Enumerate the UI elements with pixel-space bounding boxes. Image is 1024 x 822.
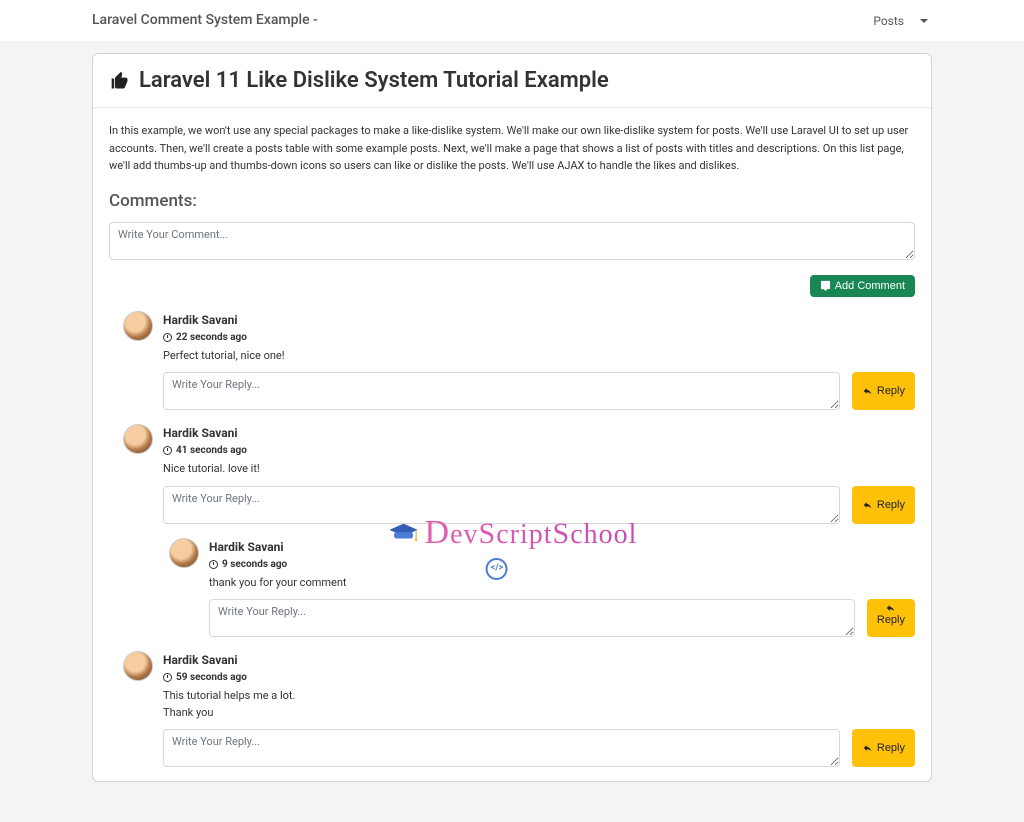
- avatar: [123, 651, 153, 681]
- comment-item: Hardik Savani 41 seconds ago Nice tutori…: [109, 424, 915, 524]
- post-card: Laravel 11 Like Dislike System Tutorial …: [92, 53, 932, 782]
- comment-author: Hardik Savani: [163, 311, 915, 329]
- comment-input[interactable]: [109, 222, 915, 260]
- comment-body: Nice tutorial. love it!: [163, 461, 915, 478]
- comment-body: Perfect tutorial, nice one!: [163, 348, 915, 365]
- comment-item: Hardik Savani 22 seconds ago Perfect tut…: [109, 311, 915, 411]
- nav-user-menu[interactable]: Posts: [873, 12, 932, 30]
- nav-brand[interactable]: Laravel Comment System Example -: [92, 10, 318, 31]
- reply-input[interactable]: [209, 599, 855, 637]
- comments-heading: Comments:: [109, 189, 915, 215]
- thumbs-up-icon: [109, 71, 131, 91]
- card-header: Laravel 11 Like Dislike System Tutorial …: [93, 54, 931, 108]
- comment-time: 59 seconds ago: [163, 670, 915, 685]
- comment-item: Hardik Savani 59 seconds ago This tutori…: [109, 651, 915, 767]
- reply-button[interactable]: Reply: [852, 486, 915, 524]
- reply-icon: [862, 500, 873, 510]
- chat-icon: [820, 280, 831, 291]
- avatar: [169, 538, 199, 568]
- reply-input[interactable]: [163, 486, 840, 524]
- clock-icon: [209, 560, 218, 569]
- avatar: [123, 311, 153, 341]
- chevron-down-icon: [920, 19, 928, 23]
- comment-body: This tutorial helps me a lot. Thank you: [163, 688, 915, 721]
- reply-button[interactable]: Reply: [852, 372, 915, 410]
- avatar: [123, 424, 153, 454]
- page-title: Laravel 11 Like Dislike System Tutorial …: [109, 64, 915, 97]
- reply-input[interactable]: [163, 372, 840, 410]
- add-comment-button[interactable]: Add Comment: [810, 275, 915, 297]
- comment-author: Hardik Savani: [209, 538, 915, 556]
- reply-icon: [862, 743, 873, 753]
- post-body: In this example, we won't use any specia…: [109, 122, 915, 175]
- reply-icon: [862, 386, 873, 396]
- clock-icon: [163, 673, 172, 682]
- comment-time: 41 seconds ago: [163, 443, 915, 458]
- comment-author: Hardik Savani: [163, 651, 915, 669]
- nav-menu-label: Posts: [873, 12, 904, 30]
- comment-time: 22 seconds ago: [163, 330, 915, 345]
- clock-icon: [163, 333, 172, 342]
- comment-item-nested: Hardik Savani 9 seconds ago thank you fo…: [109, 538, 915, 638]
- reply-button[interactable]: Reply: [852, 729, 915, 767]
- comment-time: 9 seconds ago: [209, 557, 915, 572]
- reply-button[interactable]: Reply: [867, 599, 915, 637]
- comment-body: thank you for your comment: [209, 575, 915, 592]
- comment-author: Hardik Savani: [163, 424, 915, 442]
- clock-icon: [163, 446, 172, 455]
- reply-input[interactable]: [163, 729, 840, 767]
- reply-icon: [885, 603, 896, 613]
